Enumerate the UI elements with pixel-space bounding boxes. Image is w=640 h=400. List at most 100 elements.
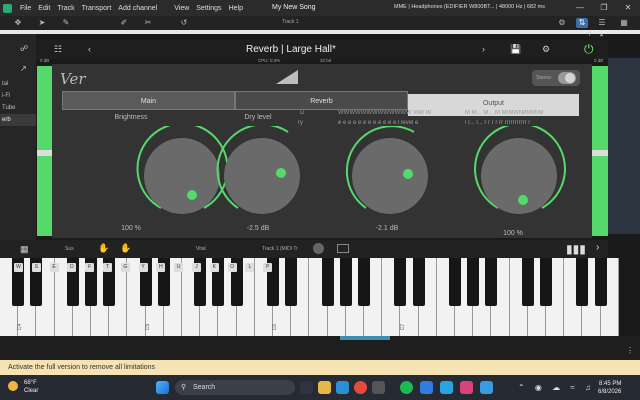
tab-reverb[interactable]: Reverb: [235, 91, 408, 110]
prev-preset-icon[interactable]: ‹: [88, 44, 91, 54]
grid-icon[interactable]: ▦: [20, 244, 29, 255]
cut-icon[interactable]: ✂: [142, 18, 154, 28]
plugin-close-icon[interactable]: ✕: [599, 32, 604, 39]
clock-time: 8:45 PM: [599, 381, 622, 387]
black-key[interactable]: [412, 258, 425, 306]
black-key[interactable]: [540, 258, 552, 306]
audio-device-info[interactable]: MME | Headphones (EDIFIER W800BT... | 48…: [394, 4, 545, 10]
plugin-header: ☷ ‹ Reverb | Large Hall* › 💾 ⚙ ⏻ ? ✕: [36, 32, 608, 60]
track-list-item[interactable]: tal: [0, 78, 36, 90]
edge-icon[interactable]: [336, 381, 349, 394]
black-key[interactable]: [358, 258, 370, 306]
taskbar-clock[interactable]: 8:45 PM 6/8/2026: [598, 380, 621, 396]
track-list-item-selected[interactable]: erb: [0, 114, 36, 126]
activation-notice[interactable]: Activate the full version to remove all …: [0, 360, 640, 375]
file-explorer-icon[interactable]: [318, 381, 331, 394]
key-shortcut-label: T: [103, 263, 112, 272]
save-icon[interactable]: 💾: [510, 44, 521, 55]
input-meter-handle[interactable]: [37, 150, 53, 156]
menu-add-channel[interactable]: Add channel: [118, 5, 157, 12]
sustain-label[interactable]: Sus: [65, 246, 74, 252]
more-icon[interactable]: ⋮: [626, 346, 634, 355]
dry-level-knob[interactable]: [216, 126, 300, 214]
black-key[interactable]: [594, 258, 607, 306]
close-icon[interactable]: ✕: [616, 0, 640, 16]
black-key[interactable]: [485, 258, 498, 306]
menu-bar: File Edit Track Transport Add channel Vi…: [0, 0, 640, 16]
task-view-icon[interactable]: [300, 381, 313, 394]
draw-icon[interactable]: ✐: [118, 18, 130, 28]
tab-main[interactable]: Main: [62, 91, 235, 110]
key-shortcut-label: K: [209, 263, 219, 272]
octave-label: C5: [145, 323, 151, 331]
app-icon: [3, 3, 12, 13]
settings-icon[interactable]: ⚙: [556, 18, 568, 28]
mixer-icon[interactable]: ☰: [596, 18, 608, 28]
output-width-knob[interactable]: [474, 126, 566, 214]
power-icon[interactable]: ⏻: [584, 42, 594, 57]
menu-transport[interactable]: Transport: [82, 5, 112, 12]
move-icon[interactable]: ✥: [12, 18, 24, 28]
preset-title[interactable]: Reverb | Large Hall*: [246, 44, 336, 55]
volume-wedge-icon: [276, 70, 298, 84]
export-icon[interactable]: ↗: [20, 64, 27, 73]
piano-icon[interactable]: ☷: [54, 44, 62, 55]
black-key[interactable]: [576, 258, 589, 306]
wet-level-knob[interactable]: [345, 126, 428, 214]
routing-config-icon[interactable]: ⚙: [542, 44, 550, 55]
knob-label-dry-level: Dry level: [244, 114, 272, 121]
panel-icon[interactable]: ▦: [618, 18, 630, 28]
telegram-icon[interactable]: [440, 381, 453, 394]
chrome-icon[interactable]: [354, 381, 367, 394]
mail-icon[interactable]: [420, 381, 433, 394]
app-icon[interactable]: [372, 381, 385, 394]
next-octave-icon[interactable]: ›: [596, 242, 599, 253]
next-preset-icon[interactable]: ›: [482, 44, 485, 54]
menu-edit[interactable]: Edit: [38, 5, 50, 12]
menu-track[interactable]: Track: [57, 5, 74, 12]
maximize-icon[interactable]: ❐: [592, 0, 616, 16]
brightness-knob[interactable]: [136, 126, 229, 214]
weather-widget[interactable]: 68°F Clear: [24, 379, 38, 395]
track-list-item[interactable]: i-Fi: [0, 90, 36, 102]
keys-view-icon[interactable]: ▮▮▮: [566, 242, 586, 256]
menu-file[interactable]: File: [20, 5, 31, 12]
black-key[interactable]: [521, 258, 534, 306]
pointer-icon[interactable]: ➤: [36, 18, 48, 28]
menu-help[interactable]: Help: [229, 5, 243, 12]
black-key[interactable]: [394, 258, 407, 306]
black-key[interactable]: [339, 258, 352, 306]
midi-track-label[interactable]: Track 1 (MIDI Tr: [262, 246, 298, 252]
stereo-toggle[interactable]: Stereo: [532, 70, 580, 86]
keyboard-toggle-icon[interactable]: [337, 244, 349, 253]
key-shortcut-label: J: [192, 263, 201, 272]
pencil-icon[interactable]: ✎: [60, 18, 72, 28]
black-key[interactable]: [467, 258, 480, 306]
menu-view[interactable]: View: [174, 5, 189, 12]
app-icon[interactable]: [480, 381, 493, 394]
minimize-icon[interactable]: —: [568, 0, 592, 16]
hand-icon[interactable]: ✋: [120, 243, 131, 254]
routing-icon[interactable]: ⇅: [576, 18, 588, 28]
black-key[interactable]: [285, 258, 298, 306]
track-list-item[interactable]: Tube: [0, 102, 36, 114]
instrument-label: Vital: [196, 246, 206, 252]
taskbar-search[interactable]: ⚲ Search: [175, 380, 295, 395]
search-icon: ⚲: [181, 384, 187, 391]
menu-settings[interactable]: Settings: [196, 5, 221, 12]
help-icon[interactable]: ?: [588, 32, 591, 38]
knob-value-dry-level: -2.5 dB: [246, 225, 270, 232]
black-key[interactable]: [449, 258, 461, 306]
black-key[interactable]: [321, 258, 334, 306]
link-icon[interactable]: ☍: [20, 44, 28, 53]
knobs-area: [136, 126, 566, 214]
start-icon[interactable]: [156, 381, 169, 394]
system-tray[interactable]: ⌃ ◉ ☁ ≈ ♫: [518, 383, 595, 392]
hand-icon[interactable]: ✋: [98, 243, 109, 254]
key-shortcut-label: W: [14, 263, 23, 272]
spotify-icon[interactable]: [400, 381, 413, 394]
record-icon[interactable]: [313, 243, 324, 254]
loop-icon[interactable]: ↺: [178, 18, 190, 28]
output-meter-handle[interactable]: [592, 150, 608, 156]
app-icon[interactable]: [460, 381, 473, 394]
